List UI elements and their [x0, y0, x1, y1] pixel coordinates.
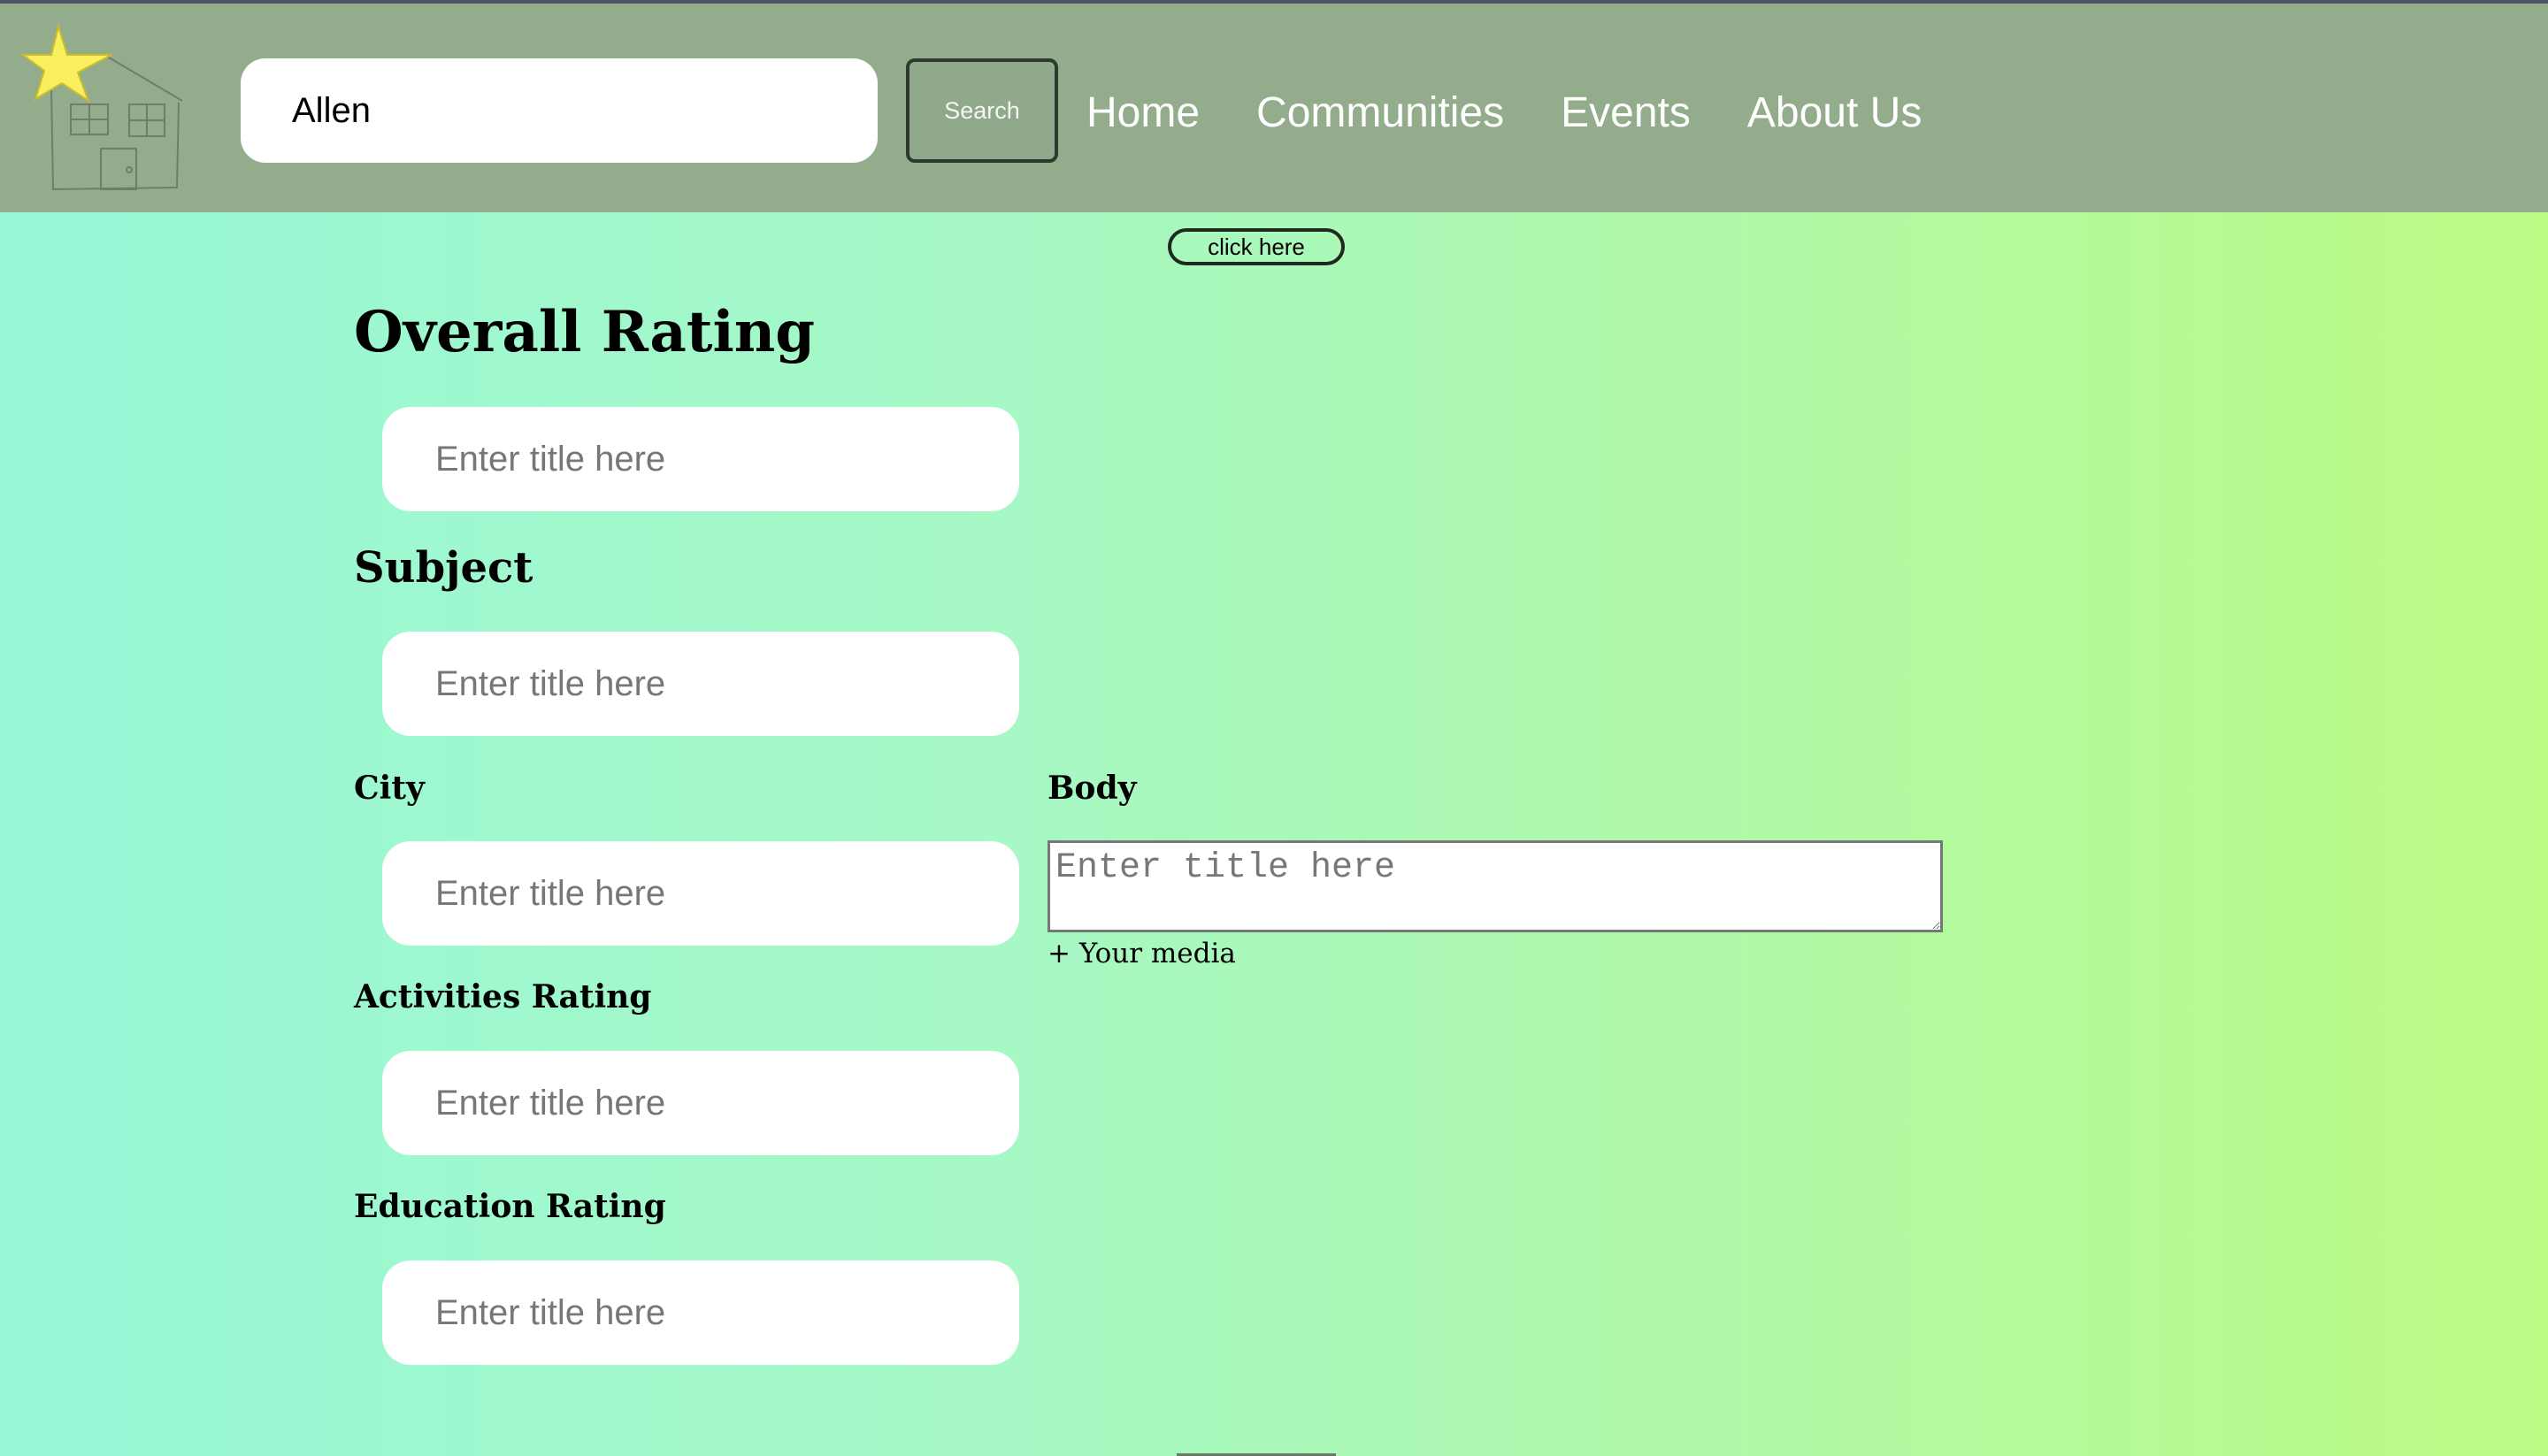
nav-events[interactable]: Events — [1561, 87, 1691, 140]
subject-input[interactable] — [382, 632, 1019, 736]
body-textarea[interactable] — [1048, 840, 1943, 932]
body-label: Body — [1048, 770, 1137, 807]
nav-home[interactable]: Home — [1086, 87, 1200, 140]
house-with-star-icon[interactable] — [16, 19, 193, 196]
activities-rating-input[interactable] — [382, 1051, 1019, 1155]
main-nav: Home Communities Events About Us — [1086, 87, 1922, 140]
add-media-link[interactable]: + Your media — [1048, 938, 1236, 969]
subject-label: Subject — [354, 543, 533, 593]
nav-communities[interactable]: Communities — [1256, 87, 1504, 140]
site-header: Search Home Communities Events About Us — [0, 4, 2548, 212]
nav-about-us[interactable]: About Us — [1747, 87, 1922, 140]
education-rating-input[interactable] — [382, 1261, 1019, 1365]
search-button[interactable]: Search — [906, 58, 1058, 163]
overall-rating-label: Overall Rating — [354, 299, 816, 365]
click-here-button[interactable]: click here — [1168, 228, 1345, 265]
city-label: City — [354, 770, 425, 807]
search-input[interactable] — [241, 58, 878, 163]
education-rating-label: Education Rating — [354, 1188, 666, 1225]
overall-rating-input[interactable] — [382, 407, 1019, 511]
activities-rating-label: Activities Rating — [354, 978, 652, 1015]
city-input[interactable] — [382, 841, 1019, 946]
